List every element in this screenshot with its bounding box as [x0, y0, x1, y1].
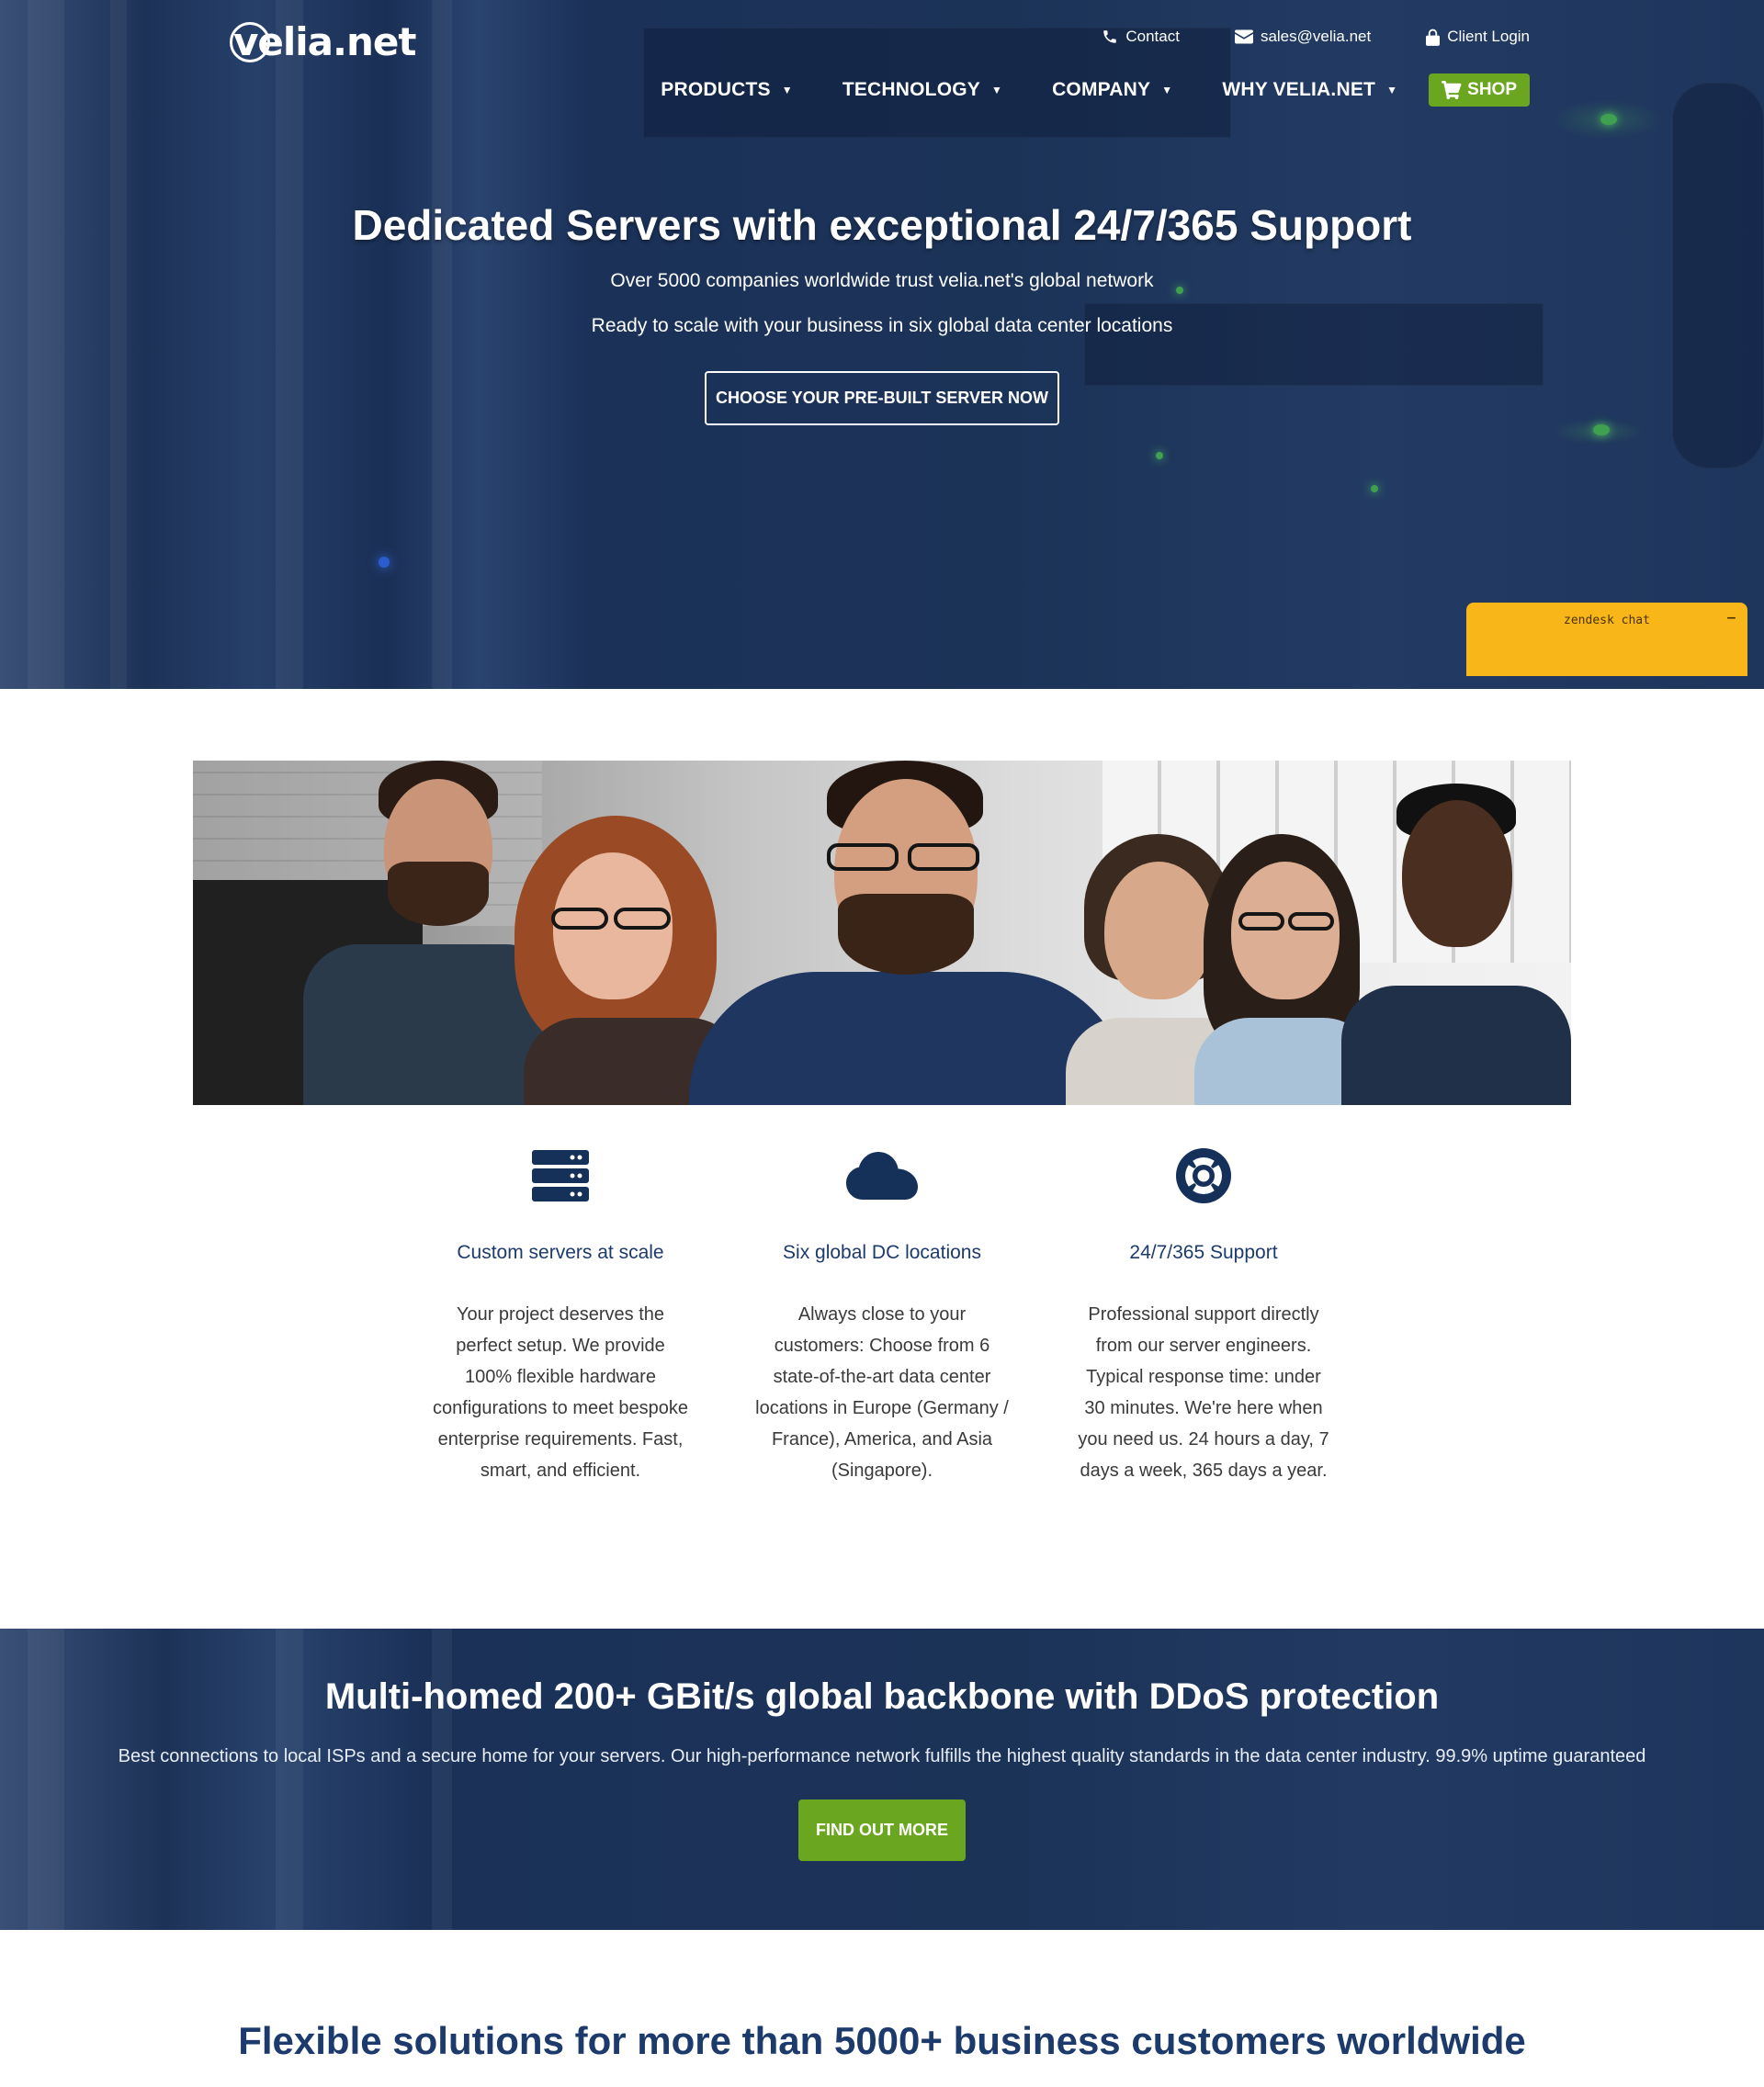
caret-down-icon: ▼: [781, 84, 793, 96]
top-utility-bar: Contact sales@velia.net Client Login: [1102, 28, 1530, 46]
client-login-label: Client Login: [1447, 28, 1530, 45]
hero-bg-led: [1371, 485, 1378, 492]
feature-title: Six global DC locations: [783, 1242, 981, 1263]
hero-bg-led: [1600, 114, 1617, 125]
band-bg-stripe: [432, 1629, 452, 1930]
email-label: sales@velia.net: [1260, 28, 1372, 45]
contact-label: Contact: [1125, 28, 1180, 45]
zendesk-chat-label: zendesk chat: [1564, 614, 1650, 627]
hero-bg-stripe: [276, 0, 303, 689]
hero-bg-led: [1593, 424, 1610, 435]
feature-custom-servers: Custom servers at scale Your project des…: [423, 1146, 698, 1486]
caret-down-icon: ▼: [1386, 84, 1398, 96]
logo-text: velia.net: [233, 18, 416, 64]
hero-subtitle-trust: Over 5000 companies worldwide trust veli…: [610, 270, 1154, 291]
zendesk-chat-widget[interactable]: zendesk chat –: [1466, 603, 1747, 676]
feature-text: Your project deserves the perfect setup.…: [433, 1304, 688, 1481]
feature-title: Custom servers at scale: [457, 1242, 664, 1263]
feature-dc-locations: Six global DC locations Always close to …: [744, 1146, 1020, 1486]
feature-support: 24/7/365 Support Professional support di…: [1066, 1146, 1341, 1486]
hero-subtitle-scale: Ready to scale with your business in six…: [591, 315, 1173, 336]
email-link[interactable]: sales@velia.net: [1234, 28, 1372, 46]
client-login-link[interactable]: Client Login: [1426, 28, 1530, 46]
cart-icon: [1442, 81, 1462, 99]
backbone-section: Multi-homed 200+ GBit/s global backbone …: [0, 1629, 1764, 1930]
main-nav: PRODUCTS ▼ TECHNOLOGY ▼ COMPANY ▼ WHY VE…: [661, 73, 1530, 107]
caret-down-icon: ▼: [1161, 84, 1173, 96]
minimize-icon[interactable]: –: [1726, 606, 1736, 629]
nav-technology-label: TECHNOLOGY: [842, 79, 980, 100]
phone-icon: [1103, 30, 1117, 43]
cloud-icon: [744, 1146, 1020, 1205]
choose-server-button[interactable]: CHOOSE YOUR PRE-BUILT SERVER NOW: [705, 371, 1059, 425]
shop-button[interactable]: SHOP: [1429, 73, 1530, 107]
nav-why-velia-label: WHY VELIA.NET: [1222, 79, 1376, 100]
solutions-title: Flexible solutions for more than 5000+ b…: [238, 2019, 1526, 2062]
find-out-more-button[interactable]: FIND OUT MORE: [798, 1799, 966, 1861]
nav-products-label: PRODUCTS: [661, 79, 771, 100]
nav-company[interactable]: COMPANY ▼: [1052, 79, 1172, 101]
team-photo: [193, 761, 1571, 1105]
logo[interactable]: velia.net: [230, 18, 416, 64]
feature-title: 24/7/365 Support: [1129, 1242, 1278, 1263]
lifebuoy-icon: [1066, 1146, 1341, 1205]
contact-link[interactable]: Contact: [1102, 28, 1180, 46]
nav-technology[interactable]: TECHNOLOGY ▼: [842, 79, 1002, 101]
hero-section: velia.net Contact sales@velia.net Client…: [0, 0, 1764, 689]
nav-products[interactable]: PRODUCTS ▼: [661, 79, 793, 101]
hero-title: Dedicated Servers with exceptional 24/7/…: [352, 201, 1412, 249]
server-icon: [423, 1146, 698, 1205]
band-bg-stripe: [28, 1629, 64, 1930]
lock-icon: [1426, 28, 1441, 46]
caret-down-icon: ▼: [990, 84, 1003, 96]
nav-why-velia[interactable]: WHY VELIA.NET ▼: [1222, 79, 1397, 101]
band-bg-stripe: [276, 1629, 303, 1930]
hero-bg-led: [379, 557, 390, 568]
photo-person: [1332, 784, 1571, 1105]
hero-bg-stripe: [110, 0, 127, 689]
feature-text: Always close to your customers: Choose f…: [755, 1304, 1009, 1481]
hero-bg-led: [1156, 452, 1163, 459]
backbone-text: Best connections to local ISPs and a sec…: [118, 1746, 1646, 1766]
envelope-icon: [1234, 29, 1253, 44]
feature-text: Professional support directly from our s…: [1078, 1304, 1329, 1481]
shop-label: SHOP: [1467, 80, 1517, 99]
hero-bg-stripe: [432, 0, 452, 689]
photo-person: [689, 761, 1130, 1105]
backbone-title: Multi-homed 200+ GBit/s global backbone …: [324, 1676, 1440, 1717]
hero-bg-stripe: [28, 0, 64, 689]
nav-company-label: COMPANY: [1052, 79, 1151, 100]
